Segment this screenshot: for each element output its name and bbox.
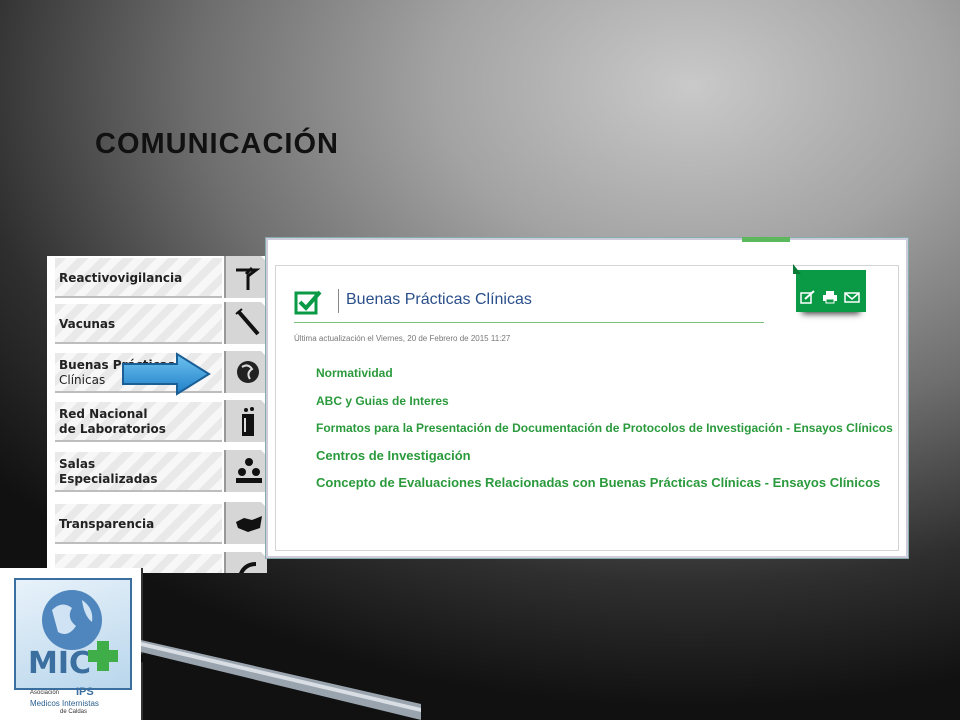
plus-cross-icon [88,641,118,671]
menu-item-sublabel: Especializadas [59,472,158,486]
slide-title: COMUNICACIÓN [95,128,339,160]
menu-item-red-laboratorios[interactable]: Red Nacional de Laboratorios [55,402,222,442]
edit-icon[interactable] [800,290,816,304]
logo-text-ips: IPS [76,686,94,698]
side-menu: Reactivovigilancia Vacunas Buenas Prácti… [47,256,267,573]
share-arrow-icon[interactable] [224,552,267,573]
pointer-arrow-icon [122,352,211,396]
menu-item-vacunas[interactable]: Vacunas [55,304,222,344]
heading-underline [294,322,764,323]
decorative-stripes [141,640,421,720]
menu-item-label: Salas [59,457,96,471]
link-centros-investigacion[interactable]: Centros de Investigación [316,448,471,463]
menu-item-salas[interactable]: Salas Especializadas [55,452,222,492]
menu-item-sublabel: Clínicas [59,373,106,387]
web-page-screenshot: Buenas Prácticas Clínicas Última actuali… [265,237,909,559]
menu-item-transparencia[interactable]: Transparencia [55,504,222,544]
checkbox-icon [294,290,322,315]
logo-text-caldas: de Caldas [60,709,88,715]
dropper-stand-icon[interactable] [224,256,267,298]
heading-divider [338,289,339,313]
last-updated-text: Última actualización el Viernes, 20 de F… [294,334,511,343]
print-icon[interactable] [822,290,838,304]
globe-icon[interactable] [224,351,267,393]
logo-text-asociacion: Asociación [30,690,60,696]
menu-item-label: Vacunas [59,317,116,331]
menu-item-label: Transparencia [59,517,155,531]
article-toolbar [793,264,866,312]
logo-text-medicos: Medicos Internistas [30,699,99,708]
email-icon[interactable] [844,290,860,304]
content-box: Buenas Prácticas Clínicas Última actuali… [275,264,899,551]
menu-item-label: Red Nacional [59,407,148,421]
logo-mark: MIC [28,646,92,681]
map-icon[interactable] [224,502,267,544]
menu-item-reactivovigilancia[interactable]: Reactivovigilancia [55,258,222,298]
link-normatividad[interactable]: Normatividad [316,366,393,380]
beaker-icon[interactable] [224,400,267,442]
menu-item-sublabel: de Laboratorios [59,422,166,436]
people-icon[interactable] [224,450,267,492]
link-concepto-evaluaciones[interactable]: Concepto de Evaluaciones Relacionadas co… [316,475,880,490]
link-abc-guias[interactable]: ABC y Guias de Interes [316,394,449,408]
association-logo: MIC Asociación IPS Medicos Internistas d… [0,568,143,720]
page-title: Buenas Prácticas Clínicas [346,291,532,308]
link-formatos[interactable]: Formatos para la Presentación de Documen… [316,421,893,435]
menu-item-label: Reactivovigilancia [59,271,183,285]
top-tab-indicator [742,237,790,242]
syringe-icon[interactable] [224,302,267,344]
